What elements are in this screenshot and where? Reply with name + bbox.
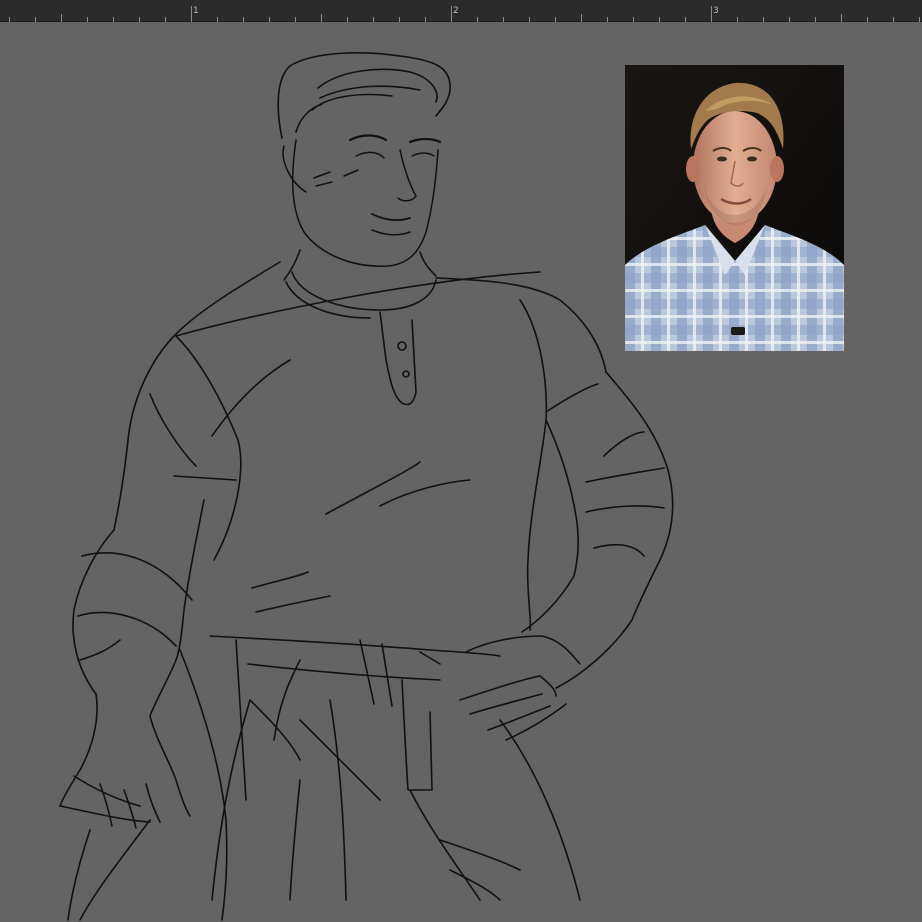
sketch-collar xyxy=(175,249,541,406)
sketch-hair xyxy=(277,52,451,139)
sketch-left-arm xyxy=(59,499,205,829)
sketch-pants xyxy=(67,635,581,921)
sketch-right-arm xyxy=(459,371,674,741)
reference-photo xyxy=(625,65,844,351)
sketch-face xyxy=(282,134,442,267)
portrait-photo-icon xyxy=(625,65,844,351)
drawing-canvas[interactable] xyxy=(0,22,922,922)
